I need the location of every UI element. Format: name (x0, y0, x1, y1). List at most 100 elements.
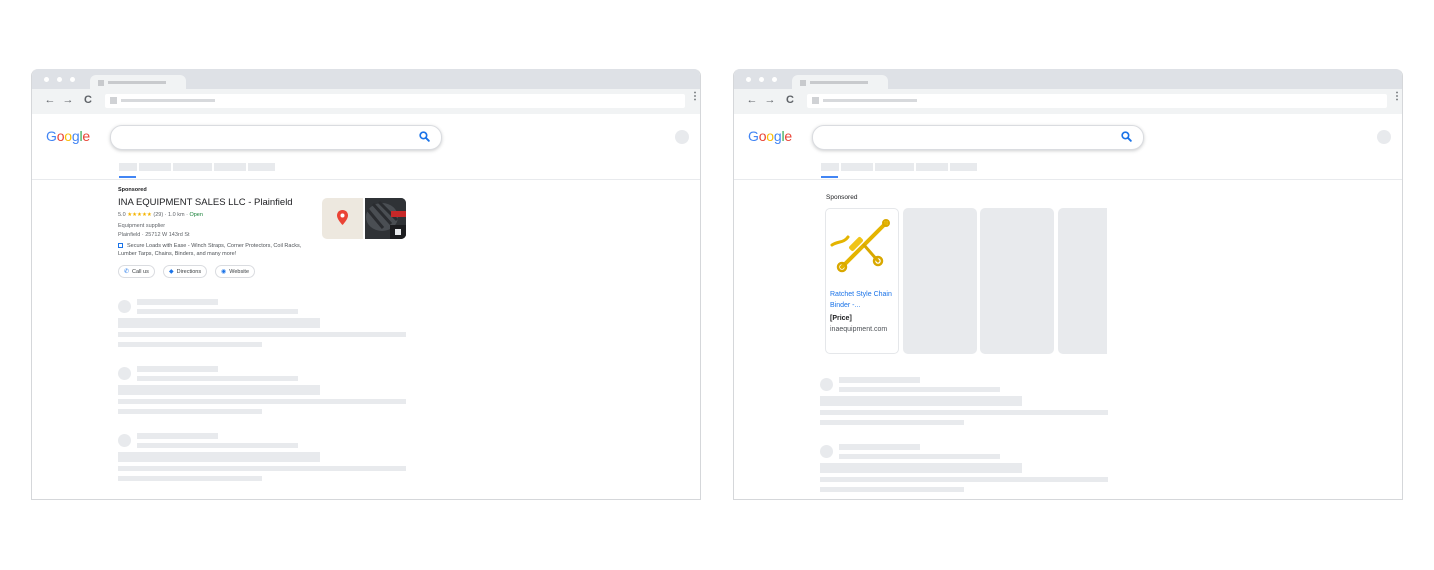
directions-icon: ◆ (169, 269, 174, 275)
results-tab[interactable] (119, 163, 137, 171)
result-favicon-placeholder (118, 300, 131, 313)
browser-menu-icon[interactable]: ⋮ (1392, 90, 1402, 104)
website-button[interactable]: ◉ Website (215, 265, 256, 278)
result-snippet-placeholder (820, 410, 1108, 415)
browser-toolbar: ← → C ☆ ⋮ (32, 89, 700, 114)
results-tab[interactable] (841, 163, 873, 171)
back-arrow-icon[interactable]: ← (43, 93, 57, 107)
result-snippet-placeholder (118, 466, 406, 471)
browser-tab[interactable] (90, 75, 186, 90)
url-placeholder (121, 99, 215, 102)
result-url-placeholder (137, 376, 298, 381)
result-site-placeholder (839, 444, 920, 450)
result-url-placeholder (137, 309, 298, 314)
divider (32, 179, 700, 180)
star-rating-icon: ★★★★★ (127, 212, 152, 218)
business-photo[interactable] (365, 198, 406, 239)
website-label: Website (229, 269, 250, 275)
active-tab-indicator (119, 176, 136, 178)
promotion-icon (118, 243, 123, 249)
cargo-photo-icon (365, 198, 406, 239)
result-site-placeholder (839, 377, 920, 383)
address-bar[interactable]: ☆ (807, 94, 1387, 108)
google-logo[interactable]: Google (748, 128, 792, 144)
browser-menu-icon[interactable]: ⋮ (690, 90, 700, 104)
result-snippet-placeholder (118, 476, 262, 481)
review-count[interactable]: (29) (153, 212, 163, 218)
sponsored-label: Sponsored (118, 187, 147, 193)
product-card-placeholder[interactable] (903, 208, 977, 354)
call-button[interactable]: ✆ Call us (118, 265, 155, 278)
results-tab[interactable] (916, 163, 948, 171)
phone-icon: ✆ (124, 269, 130, 275)
search-icon[interactable] (418, 130, 431, 143)
tab-title-placeholder (810, 81, 868, 84)
account-avatar[interactable] (1377, 130, 1391, 144)
window-control-dot[interactable] (70, 77, 75, 82)
results-tab[interactable] (875, 163, 914, 171)
map-thumbnail[interactable] (322, 198, 363, 239)
account-avatar[interactable] (675, 130, 689, 144)
result-favicon-placeholder (118, 367, 131, 380)
window-control-dot[interactable] (44, 77, 49, 82)
window-control-dot[interactable] (772, 77, 777, 82)
result-favicon-placeholder (820, 445, 833, 458)
search-icon[interactable] (1120, 130, 1133, 143)
chain-binder-image (830, 219, 890, 273)
title-bar (734, 69, 1402, 90)
directions-button[interactable]: ◆ Directions (163, 265, 208, 278)
results-tab[interactable] (173, 163, 212, 171)
promo-description: Secure Loads with Ease - Winch Straps, C… (118, 243, 302, 257)
product-price: [Price] (830, 315, 852, 322)
window-control-dot[interactable] (759, 77, 764, 82)
tab-favicon (800, 80, 806, 86)
business-title-link[interactable]: INA EQUIPMENT SALES LLC - Plainfield (118, 197, 293, 208)
product-card-placeholder[interactable] (1058, 208, 1107, 354)
sponsored-label: Sponsored (826, 194, 858, 201)
forward-arrow-icon[interactable]: → (61, 93, 75, 107)
result-snippet-placeholder (118, 342, 262, 347)
browser-window-right: ← → C ☆ ⋮ Google Sponsored (733, 69, 1403, 500)
results-tab[interactable] (139, 163, 171, 171)
globe-icon: ◉ (221, 269, 227, 275)
product-card[interactable]: Ratchet Style Chain Binder -... [Price] … (825, 208, 899, 354)
call-label: Call us (132, 269, 149, 275)
results-tab[interactable] (821, 163, 839, 171)
result-site-placeholder (137, 433, 218, 439)
forward-arrow-icon[interactable]: → (763, 93, 777, 107)
google-logo[interactable]: Google (46, 128, 90, 144)
promo-text: Secure Loads with Ease - Winch Straps, C… (118, 242, 318, 258)
result-snippet-placeholder (820, 487, 964, 492)
result-snippet-placeholder (118, 409, 262, 414)
map-pin-icon (337, 210, 348, 225)
back-arrow-icon[interactable]: ← (745, 93, 759, 107)
browser-window-left: ← → C ☆ ⋮ Google Sponsored INA EQUIPMENT… (31, 69, 701, 500)
product-store[interactable]: inaequipment.com (830, 326, 887, 333)
result-site-placeholder (137, 299, 218, 305)
result-title-placeholder (820, 463, 1022, 473)
results-tab[interactable] (950, 163, 977, 171)
search-input[interactable] (110, 125, 442, 150)
business-category: Equipment supplier (118, 223, 166, 229)
reload-icon[interactable]: C (783, 93, 797, 107)
title-bar (32, 69, 700, 90)
window-control-dot[interactable] (746, 77, 751, 82)
result-url-placeholder (839, 454, 1000, 459)
rating-value: 5.0 (118, 212, 126, 218)
site-info-icon[interactable] (110, 97, 117, 104)
results-tab[interactable] (248, 163, 275, 171)
tab-title-placeholder (108, 81, 166, 84)
site-info-icon[interactable] (812, 97, 819, 104)
browser-tab[interactable] (792, 75, 888, 90)
results-tab[interactable] (214, 163, 246, 171)
address-bar[interactable]: ☆ (105, 94, 685, 108)
reload-icon[interactable]: C (81, 93, 95, 107)
product-name-link[interactable]: Ratchet Style Chain Binder -... (830, 289, 896, 311)
product-card-placeholder[interactable] (980, 208, 1054, 354)
business-address: Plainfield · 25712 W 143rd St (118, 232, 190, 238)
directions-label: Directions (176, 269, 202, 275)
window-control-dot[interactable] (57, 77, 62, 82)
search-input[interactable] (812, 125, 1144, 150)
result-title-placeholder (118, 452, 320, 462)
result-title-placeholder (118, 318, 320, 328)
